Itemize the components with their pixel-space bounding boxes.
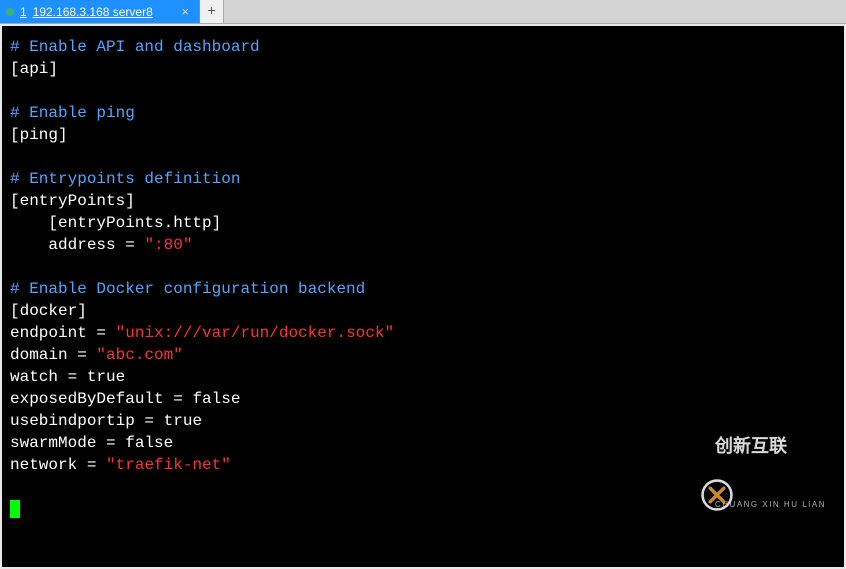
comment: # Enable ping: [10, 104, 135, 122]
watermark-logo-icon: [673, 456, 707, 490]
equals: =: [96, 434, 125, 452]
value: ":80": [144, 236, 192, 254]
equals: =: [68, 346, 97, 364]
watermark-main: 创新互联: [715, 437, 826, 455]
value: false: [125, 434, 173, 452]
key: usebindportip: [10, 412, 135, 430]
comment: # Enable API and dashboard: [10, 38, 260, 56]
cursor-icon: [10, 500, 20, 518]
section: [docker]: [10, 302, 87, 320]
value: "unix:///var/run/docker.sock": [116, 324, 394, 342]
section: [api]: [10, 60, 58, 78]
comment: # Entrypoints definition: [10, 170, 240, 188]
value: true: [164, 412, 202, 430]
key: endpoint: [10, 324, 87, 342]
add-tab-button[interactable]: +: [200, 0, 224, 23]
close-icon[interactable]: ×: [179, 4, 191, 19]
equals: =: [87, 324, 116, 342]
value: "abc.com": [96, 346, 182, 364]
tab-index: 1: [20, 5, 27, 19]
value: true: [87, 368, 125, 386]
terminal[interactable]: # Enable API and dashboard [api] # Enabl…: [2, 26, 844, 567]
equals: =: [164, 390, 193, 408]
value: "traefik-net": [106, 456, 231, 474]
plus-icon: +: [207, 4, 215, 20]
section: [entryPoints]: [10, 192, 135, 210]
comment: # Enable Docker configuration backend: [10, 280, 365, 298]
equals: =: [58, 368, 87, 386]
equals: =: [77, 456, 106, 474]
equals: =: [135, 412, 164, 430]
section: [ping]: [10, 126, 68, 144]
key: address: [10, 236, 116, 254]
key: network: [10, 456, 77, 474]
active-tab[interactable]: 1 192.168.3.168 server8 ×: [0, 0, 200, 23]
key: domain: [10, 346, 68, 364]
key: watch: [10, 368, 58, 386]
value: false: [192, 390, 240, 408]
tab-bar: 1 192.168.3.168 server8 × +: [0, 0, 846, 24]
equals: =: [116, 236, 145, 254]
key: swarmMode: [10, 434, 96, 452]
key: exposedByDefault: [10, 390, 164, 408]
watermark-text: 创新互联 CHUANG XIN HU LIAN: [715, 393, 826, 553]
section: [entryPoints.http]: [10, 214, 221, 232]
connection-indicator-icon: [6, 8, 14, 16]
watermark: 创新互联 CHUANG XIN HU LIAN: [673, 393, 826, 553]
tab-title: 192.168.3.168 server8: [33, 5, 153, 19]
